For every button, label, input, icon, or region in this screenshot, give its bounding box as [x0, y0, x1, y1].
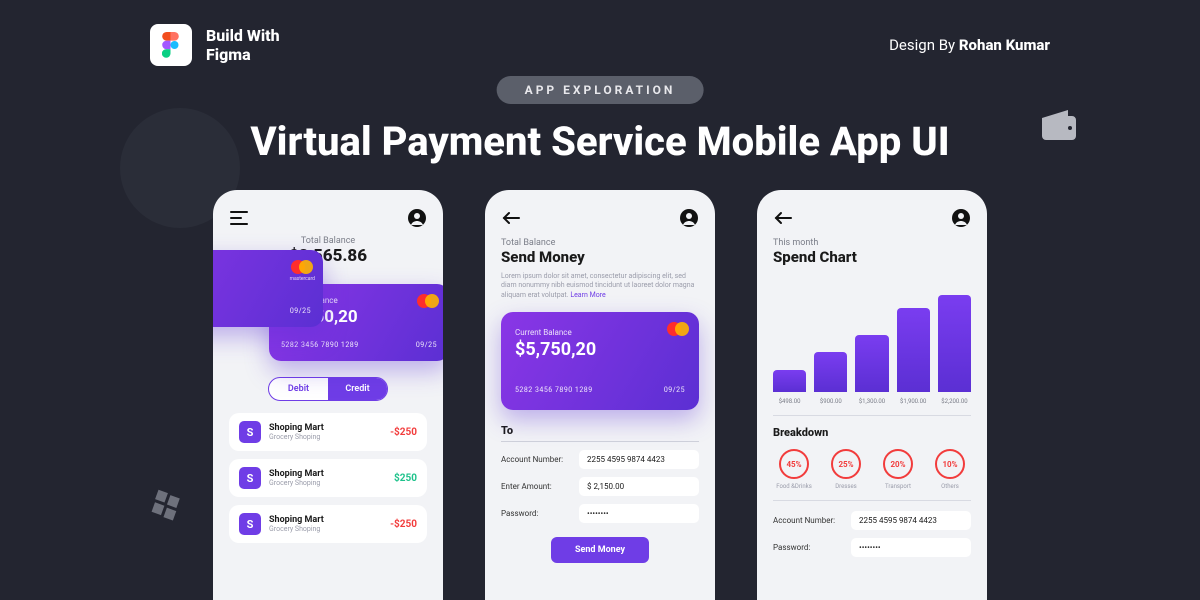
transaction-row[interactable]: S Shoping MartGrocery Shoping $250: [229, 459, 427, 497]
screen-send-money: Total Balance Send Money Lorem ipsum dol…: [485, 190, 715, 600]
chart-x-labels: $498.00 $900.00 $1,300.00 $1,900.00 $2,200.0…: [773, 398, 971, 405]
transaction-row[interactable]: S Shoping MartGrocery Shoping -$250: [229, 505, 427, 543]
brand-line1: Build With: [206, 26, 280, 45]
screen-home: Total Balance $3,565.86 mastercard Curre…: [213, 190, 443, 600]
merchant-icon: S: [239, 467, 261, 489]
chart-tick-label: $2,200.00: [938, 398, 971, 405]
screen-title: Send Money: [501, 248, 699, 266]
total-balance-label: Total Balance: [501, 238, 699, 248]
merchant-icon: S: [239, 513, 261, 535]
squares-icon: [148, 488, 183, 525]
toggle-credit[interactable]: Credit: [328, 378, 387, 400]
chart-bar: [855, 335, 888, 392]
password-input[interactable]: ••••••••: [579, 504, 699, 523]
breakdown-item: 10%Others: [929, 449, 971, 490]
merchant-icon: S: [239, 421, 261, 443]
chart-bar: [938, 295, 971, 392]
back-icon[interactable]: [501, 208, 521, 228]
chart-tick-label: $900.00: [814, 398, 847, 405]
spend-bar-chart: [773, 282, 971, 392]
account-number-input[interactable]: 2255 4595 9874 4423: [851, 511, 971, 530]
card-type-toggle[interactable]: Debit Credit: [268, 377, 388, 401]
total-balance-label: Total Balance: [229, 236, 427, 246]
learn-more-link[interactable]: Learn More: [570, 291, 605, 299]
category-tag: APP EXPLORATION: [497, 76, 704, 104]
profile-icon[interactable]: [679, 208, 699, 228]
to-label: To: [501, 424, 699, 442]
screen-spend-chart: This month Spend Chart $498.00 $900.00 $1,…: [757, 190, 987, 600]
amount-input[interactable]: $ 2,150.00: [579, 477, 699, 496]
transaction-amount: $250: [394, 473, 417, 484]
description-text: Lorem ipsum dolor sit amet, consectetur …: [501, 272, 699, 300]
chart-bar: [773, 370, 806, 392]
wallet-icon: [1040, 108, 1080, 148]
screen-title: Spend Chart: [773, 248, 971, 266]
back-icon[interactable]: [773, 208, 793, 228]
divider: [773, 415, 971, 416]
breakdown-item: 25%Dresses: [825, 449, 867, 490]
figma-logo-icon: [150, 24, 192, 66]
breakdown-item: 20%Transport: [877, 449, 919, 490]
password-input[interactable]: ••••••••: [851, 538, 971, 557]
send-money-button[interactable]: Send Money: [551, 537, 649, 563]
chart-tick-label: $498.00: [773, 398, 806, 405]
menu-icon[interactable]: [229, 208, 249, 228]
chart-bar: [897, 308, 930, 392]
toggle-debit[interactable]: Debit: [269, 378, 328, 400]
transaction-amount: -$250: [390, 519, 417, 530]
credit-card[interactable]: Current Balance $5,750,20 5282 3456 7890…: [501, 312, 699, 410]
breakdown-item: 45%Food &Drinks: [773, 449, 815, 490]
transaction-amount: -$250: [390, 427, 417, 438]
period-label: This month: [773, 238, 971, 248]
transaction-row[interactable]: S Shoping MartGrocery Shoping -$250: [229, 413, 427, 451]
chart-bar: [814, 352, 847, 392]
password-label: Password:: [501, 509, 571, 518]
profile-icon[interactable]: [951, 208, 971, 228]
account-number-input[interactable]: 2255 4595 9874 4423: [579, 450, 699, 469]
brand: Build With Figma: [150, 24, 280, 66]
password-label: Password:: [773, 543, 843, 552]
profile-icon[interactable]: [407, 208, 427, 228]
brand-line2: Figma: [206, 45, 280, 64]
account-number-label: Account Number:: [501, 455, 571, 464]
page-title: Virtual Payment Service Mobile App UI: [250, 118, 949, 165]
amount-label: Enter Amount:: [501, 482, 571, 491]
chart-tick-label: $1,300.00: [855, 398, 888, 405]
chart-tick-label: $1,900.00: [897, 398, 930, 405]
breakdown-title: Breakdown: [773, 426, 971, 439]
divider: [773, 500, 971, 501]
account-number-label: Account Number:: [773, 516, 843, 525]
author-credit: Design By Rohan Kumar: [889, 36, 1050, 54]
credit-card-floating[interactable]: mastercard Current Balance $5,750,20 528…: [213, 250, 323, 327]
